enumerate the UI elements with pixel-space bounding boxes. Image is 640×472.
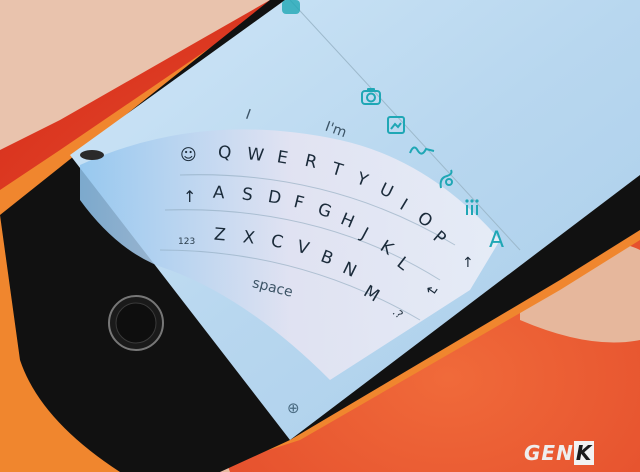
phone-photo xyxy=(0,0,640,472)
image-icon[interactable] xyxy=(386,115,406,139)
scribble-icon[interactable] xyxy=(408,141,436,163)
font-icon[interactable]: A xyxy=(489,228,504,253)
genk-watermark: GEN K xyxy=(524,441,595,465)
key-a[interactable]: A xyxy=(212,183,225,204)
emoji-icon[interactable]: ☺ xyxy=(180,145,197,164)
key-q[interactable]: Q xyxy=(217,143,232,164)
key-x[interactable]: X xyxy=(242,227,256,248)
key-z[interactable]: Z xyxy=(213,225,226,246)
key-w[interactable]: W xyxy=(246,144,265,166)
globe-icon[interactable]: ⊕ xyxy=(287,399,300,417)
video-icon[interactable] xyxy=(437,168,457,196)
photo-scene: I I'm ☺ Q W E R T Y U I O P ↑ A S D F G … xyxy=(0,0,640,472)
dots-icon[interactable] xyxy=(463,197,481,223)
shift-key-right[interactable]: ↑ xyxy=(462,255,474,271)
camera-icon[interactable] xyxy=(360,86,382,110)
earpiece xyxy=(80,150,104,160)
numbers-key[interactable]: 123 xyxy=(178,237,195,247)
app-icon[interactable] xyxy=(280,0,302,22)
shift-key[interactable]: ↑ xyxy=(183,187,196,206)
